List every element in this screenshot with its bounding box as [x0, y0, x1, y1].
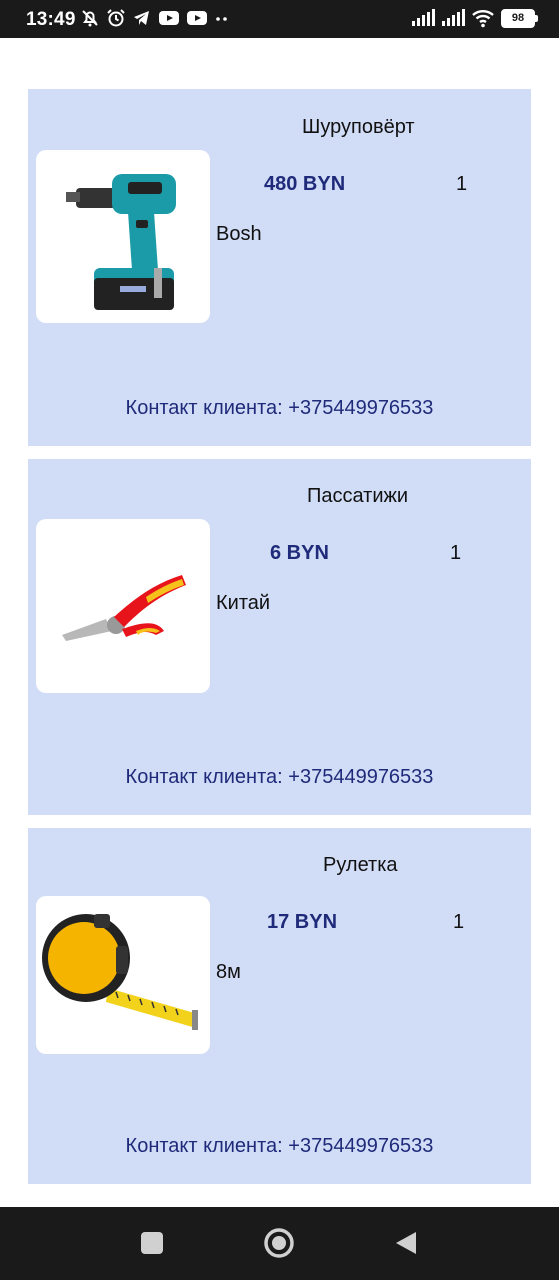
notification-icons	[80, 8, 230, 28]
product-image	[36, 150, 210, 323]
drill-image	[66, 174, 176, 310]
status-time: 13:49	[26, 9, 76, 30]
battery-icon: 98	[501, 8, 538, 28]
client-contact[interactable]: Контакт клиента: +375449976533	[28, 1135, 531, 1158]
navigation-bar	[0, 1207, 559, 1280]
product-name: Шуруповёрт	[302, 116, 415, 138]
product-quantity: 1	[453, 911, 465, 933]
tape-measure-image	[42, 914, 198, 1030]
product-price: 480 BYN	[264, 173, 346, 195]
more-dots-icon	[216, 17, 227, 21]
product-description: 8м	[216, 961, 241, 983]
status-bar: 13:49 98	[0, 0, 559, 38]
alarm-icon	[107, 9, 125, 27]
product-price: 17 BYN	[267, 911, 338, 933]
product-card[interactable]: Пассатижи 6 BYN 1 Китай Контакт клиента:…	[28, 459, 531, 815]
youtube-icon	[187, 11, 207, 25]
wifi-icon	[472, 10, 494, 28]
telegram-icon	[134, 11, 149, 25]
signal-icon	[412, 9, 435, 26]
signal-icon	[442, 9, 465, 26]
product-image	[36, 896, 210, 1054]
battery-level: 98	[511, 11, 525, 24]
product-price: 6 BYN	[270, 542, 329, 564]
client-contact[interactable]: Контакт клиента: +375449976533	[28, 766, 531, 789]
recents-button[interactable]	[140, 1227, 164, 1259]
system-icons: 98	[411, 8, 538, 28]
product-quantity: 1	[456, 173, 468, 195]
product-image	[36, 519, 210, 693]
mute-bell-icon	[82, 10, 98, 27]
product-description: Bosh	[216, 223, 262, 245]
product-card[interactable]: Шуруповёрт 480 BYN 1 Bosh Контакт клиент…	[28, 89, 531, 446]
product-name: Пассатижи	[307, 485, 409, 507]
youtube-icon	[159, 11, 179, 25]
back-button[interactable]	[394, 1227, 418, 1259]
product-name: Рулетка	[323, 854, 398, 876]
product-description: Китай	[216, 592, 271, 614]
product-card[interactable]: Рулетка 17 BYN 1 8м Контакт клиента: +37…	[28, 828, 531, 1184]
home-button[interactable]	[263, 1227, 295, 1259]
client-contact[interactable]: Контакт клиента: +375449976533	[28, 397, 531, 420]
product-quantity: 1	[450, 542, 462, 564]
pliers-image	[62, 575, 186, 641]
